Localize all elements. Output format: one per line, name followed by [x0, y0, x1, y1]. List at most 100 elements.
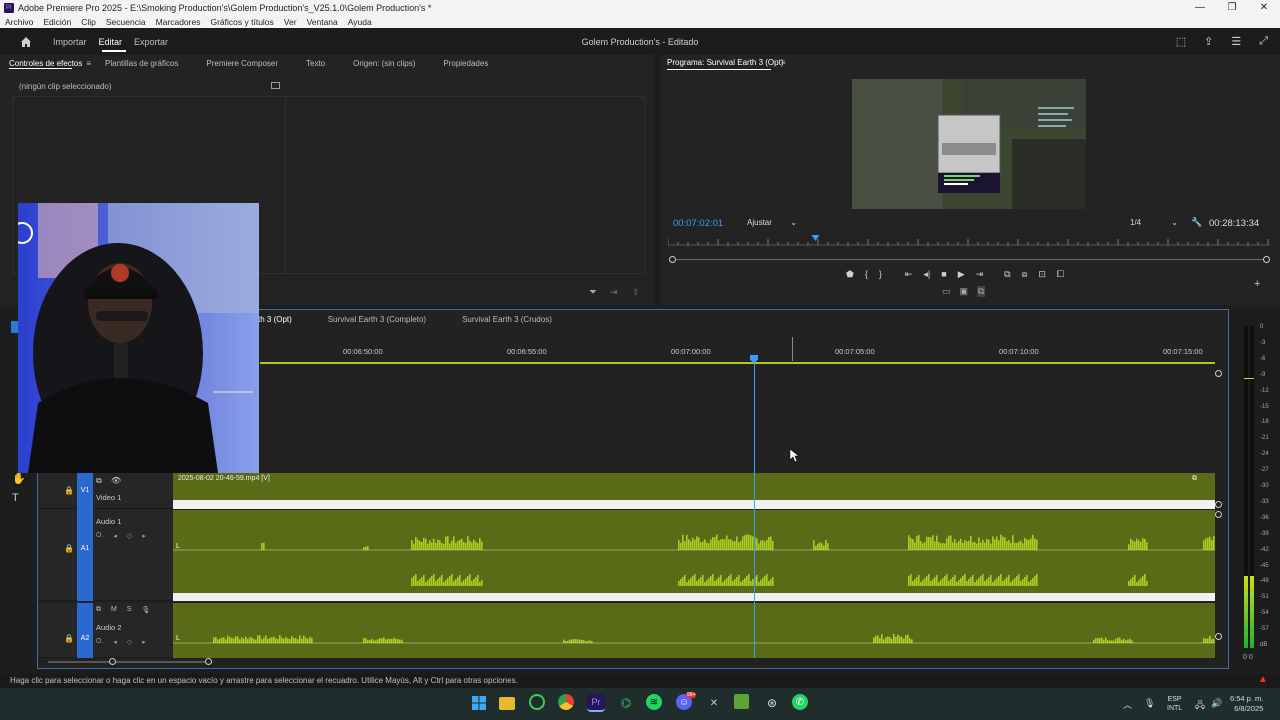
- program-timecode[interactable]: 00:07:02:01: [673, 218, 723, 229]
- quick-export-icon[interactable]: ⬚: [1176, 35, 1186, 48]
- timeline-playhead[interactable]: [754, 362, 755, 658]
- mark-in-icon[interactable]: {: [865, 269, 868, 280]
- steam-icon[interactable]: ⊛: [763, 694, 781, 712]
- nav-importar[interactable]: Importar: [53, 37, 87, 47]
- menu-archivo[interactable]: Archivo: [0, 17, 38, 27]
- overwrite-icon[interactable]: ⧈: [1022, 269, 1028, 280]
- solo-button[interactable]: S: [127, 606, 132, 614]
- spotify-icon[interactable]: ≋: [646, 694, 662, 710]
- audio-clip-a1[interactable]: L: [173, 510, 1215, 593]
- nav-editar[interactable]: Editar: [99, 37, 123, 47]
- clock-time[interactable]: 6:54 p. m.: [1230, 694, 1263, 704]
- menu-ver[interactable]: Ver: [279, 17, 302, 27]
- maximize-button[interactable]: ❐: [1216, 2, 1248, 13]
- stop-icon[interactable]: ■: [941, 269, 946, 280]
- share-icon[interactable]: ⇪: [1204, 35, 1213, 48]
- zoom-scrollbar[interactable]: [672, 259, 1267, 260]
- timeline-hscroll[interactable]: [48, 661, 208, 663]
- hscroll-handle-right[interactable]: [205, 658, 212, 665]
- minimize-button[interactable]: —: [1184, 2, 1216, 13]
- marker-icon[interactable]: ⬟: [846, 269, 854, 280]
- workspace-menu-icon[interactable]: ☰: [1231, 35, 1241, 48]
- sync-icon[interactable]: ⧉: [96, 606, 101, 614]
- zoom-handle-left[interactable]: [669, 256, 676, 263]
- track-target-a2[interactable]: A2: [77, 603, 93, 658]
- vscroll-handle-a2[interactable]: [1215, 633, 1222, 640]
- add-keyframe-icon[interactable]: ◇: [127, 638, 132, 646]
- text-tool-icon[interactable]: T: [12, 492, 19, 504]
- whatsapp-icon[interactable]: ✆: [792, 694, 808, 710]
- lock-icon[interactable]: 🔒: [64, 486, 74, 495]
- minecraft-icon[interactable]: [734, 694, 749, 709]
- goto-icon[interactable]: ⇥: [610, 287, 618, 298]
- tab-texto[interactable]: Texto: [292, 59, 339, 68]
- panel-toggle-icon[interactable]: [271, 82, 280, 89]
- safe-margins-icon[interactable]: ▭: [942, 286, 951, 297]
- network-tray-icon[interactable]: 🖧: [1195, 698, 1205, 714]
- export-clip-icon[interactable]: ⇪: [632, 287, 640, 298]
- camera-icon[interactable]: ⊡: [1038, 269, 1046, 280]
- mark-out-icon[interactable]: }: [879, 269, 882, 280]
- filter-icon[interactable]: ⏷: [589, 287, 597, 298]
- premiere-taskbar-icon[interactable]: Pr: [587, 694, 605, 712]
- eye-icon[interactable]: 👁: [111, 476, 121, 485]
- volume-tray-icon[interactable]: 🔊: [1211, 698, 1222, 709]
- menu-edicion[interactable]: Edición: [38, 17, 76, 27]
- tray-expand-icon[interactable]: ︿: [1123, 698, 1132, 711]
- audio-clip-a2[interactable]: L: [173, 603, 1215, 658]
- tab-plantillas[interactable]: Plantillas de gráficos: [105, 59, 192, 68]
- tab-seq-crudos[interactable]: Survival Earth 3 (Crudos): [444, 315, 570, 324]
- program-menu-icon[interactable]: ≡: [781, 58, 786, 67]
- prev-keyframe-icon[interactable]: ◂: [113, 532, 117, 540]
- hscroll-handle-left[interactable]: [109, 658, 116, 665]
- fullscreen-icon[interactable]: ⤢: [1259, 35, 1268, 48]
- go-to-out-icon[interactable]: ⇥: [976, 269, 984, 280]
- warning-icon[interactable]: ▲: [1258, 674, 1268, 685]
- audio-clip-handle[interactable]: [173, 593, 1215, 601]
- language-label[interactable]: ESP: [1167, 695, 1182, 704]
- lock-icon[interactable]: 🔒: [64, 544, 74, 553]
- menu-clip[interactable]: Clip: [76, 17, 101, 27]
- multicam-icon[interactable]: ⧉: [977, 286, 986, 297]
- go-to-in-icon[interactable]: ⇤: [905, 269, 913, 280]
- volume-knob-icon[interactable]: O.: [96, 638, 103, 646]
- next-keyframe-icon[interactable]: ▸: [142, 532, 146, 540]
- fit-dropdown[interactable]: Ajustar ⌄: [743, 217, 801, 229]
- work-area-bar[interactable]: [260, 362, 1215, 364]
- tab-seq-completo[interactable]: Survival Earth 3 (Completo): [310, 315, 444, 324]
- chrome-icon[interactable]: [558, 694, 574, 710]
- tab-origen[interactable]: Origen: (sin clips): [339, 59, 429, 68]
- xbox-icon[interactable]: ⌬: [617, 694, 635, 712]
- menu-ventana[interactable]: Ventana: [302, 17, 343, 27]
- volume-knob-icon[interactable]: O.: [96, 532, 103, 540]
- tab-premiere-composer[interactable]: Premiere Composer: [192, 59, 292, 68]
- tab-propiedades[interactable]: Propiedades: [429, 59, 502, 68]
- next-keyframe-icon[interactable]: ▸: [142, 638, 146, 646]
- home-icon[interactable]: [20, 36, 32, 48]
- zoom-handle-right[interactable]: [1263, 256, 1270, 263]
- sync-icon[interactable]: ⧉: [96, 476, 102, 486]
- menu-marcadores[interactable]: Marcadores: [151, 17, 206, 27]
- step-back-icon[interactable]: ◂|: [923, 269, 930, 280]
- close-button[interactable]: ✕: [1248, 2, 1280, 13]
- network-app-icon[interactable]: [529, 694, 545, 710]
- track-target-v1[interactable]: V1: [77, 473, 93, 509]
- layout-label[interactable]: INTL: [1167, 704, 1182, 713]
- menu-ayuda[interactable]: Ayuda: [343, 17, 377, 27]
- windows-start-icon[interactable]: [470, 694, 488, 712]
- add-button-icon[interactable]: +: [1254, 278, 1260, 290]
- menu-secuencia[interactable]: Secuencia: [101, 17, 151, 27]
- vscroll-handle-a1[interactable]: [1215, 511, 1222, 518]
- clock-date[interactable]: 6/8/2025: [1230, 704, 1263, 714]
- compare-icon[interactable]: ⧠: [1057, 269, 1064, 280]
- program-ruler[interactable]: [668, 235, 1270, 249]
- play-icon[interactable]: ▶: [958, 269, 965, 280]
- video-clip-handle[interactable]: [173, 500, 1215, 509]
- insert-icon[interactable]: ⧉: [1004, 269, 1010, 280]
- vr-icon[interactable]: ▣: [960, 286, 969, 297]
- tab-menu-icon[interactable]: ≡: [86, 59, 105, 68]
- microphone-icon[interactable]: 🎙: [142, 606, 151, 614]
- vscroll-handle-top[interactable]: [1215, 370, 1222, 377]
- lock-icon[interactable]: 🔒: [64, 634, 74, 643]
- prev-keyframe-icon[interactable]: ◂: [113, 638, 117, 646]
